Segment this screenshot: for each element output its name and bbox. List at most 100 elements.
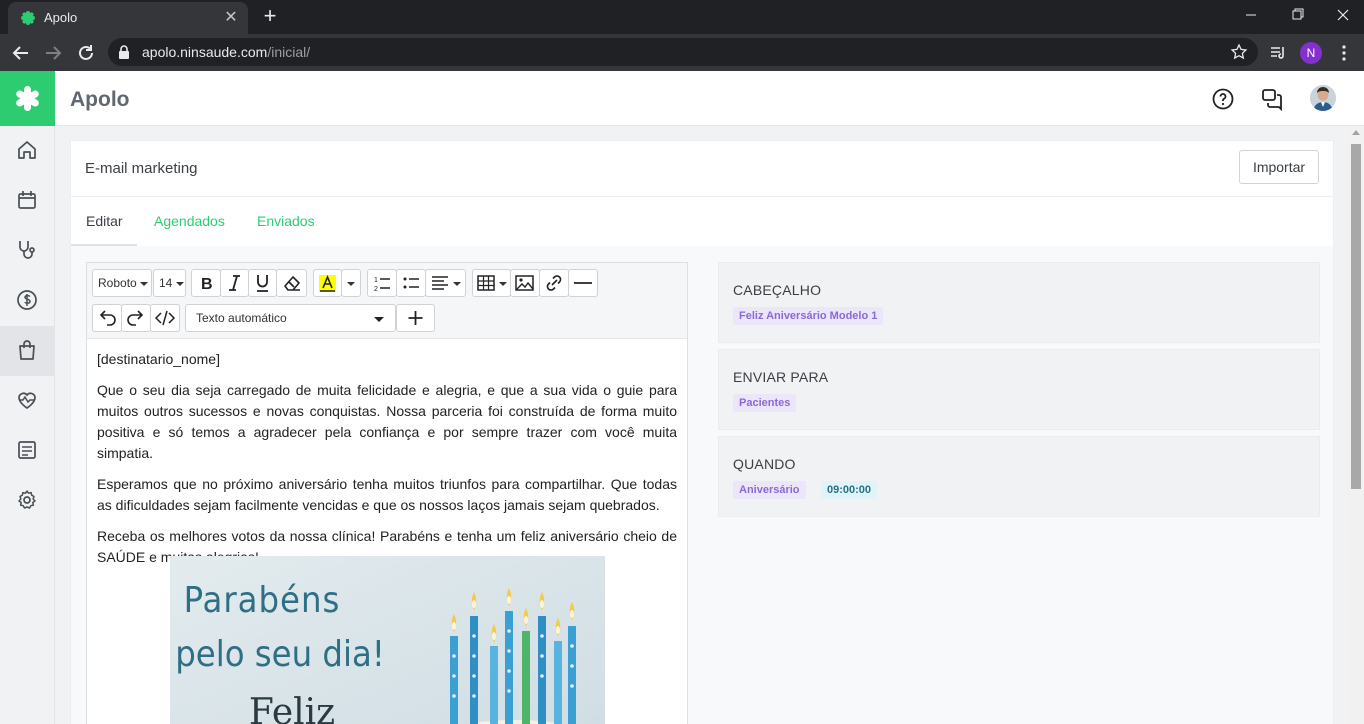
- horizontal-rule-button[interactable]: [568, 269, 598, 297]
- redo-icon: [127, 310, 144, 326]
- undo-icon: [99, 310, 116, 326]
- sidebar-item-settings[interactable]: [0, 476, 55, 526]
- sidebar-item-calendar[interactable]: [0, 176, 55, 226]
- new-tab-button[interactable]: +: [258, 5, 282, 29]
- bold-button[interactable]: B: [191, 269, 221, 297]
- tab-bar: Editar Agendados Enviados: [71, 197, 1333, 246]
- align-left-icon: [432, 276, 448, 290]
- page-title: E-mail marketing: [85, 160, 198, 177]
- table-dropdown[interactable]: [472, 269, 511, 297]
- tab-enviados[interactable]: Enviados: [257, 213, 315, 229]
- browser-tab-bar: Apolo ✕ +: [0, 0, 1364, 34]
- when-panel-title: QUANDO: [733, 456, 796, 472]
- chat-icon[interactable]: [1260, 87, 1284, 111]
- import-button[interactable]: Importar: [1239, 150, 1319, 184]
- svg-text:B: B: [201, 276, 213, 293]
- browser-toolbar: apolo.ninsaude.com/inicial/ N: [0, 34, 1364, 71]
- tab-editar[interactable]: Editar: [86, 213, 123, 229]
- media-queue-icon[interactable]: [1268, 43, 1288, 63]
- clear-format-button[interactable]: [276, 269, 307, 297]
- image-text-line-3: Feliz: [249, 692, 335, 724]
- svg-text:2: 2: [374, 286, 378, 293]
- bookmark-star-icon[interactable]: [1230, 43, 1248, 61]
- restore-window-icon[interactable]: [1274, 0, 1320, 30]
- minimize-window-icon[interactable]: [1228, 0, 1274, 30]
- browser-tab[interactable]: Apolo ✕: [8, 2, 248, 34]
- browser-profile-avatar[interactable]: N: [1300, 42, 1322, 64]
- help-icon[interactable]: [1211, 87, 1235, 111]
- app-header: Apolo: [0, 71, 1364, 126]
- redo-button[interactable]: [121, 304, 151, 332]
- insert-auto-text-button[interactable]: [396, 304, 435, 332]
- font-family-caret-icon: [140, 282, 148, 286]
- send-to-panel[interactable]: ENVIAR PARA Pacientes: [718, 349, 1320, 430]
- back-arrow-icon[interactable]: [8, 40, 34, 66]
- highlight-caret-icon: [347, 282, 355, 286]
- apolo-favicon-icon: [21, 11, 35, 25]
- align-dropdown[interactable]: [425, 269, 466, 297]
- underline-icon: [257, 275, 268, 292]
- auto-text-select[interactable]: Texto automático: [185, 304, 396, 332]
- font-family-value: Roboto: [98, 276, 137, 290]
- dollar-icon: [17, 290, 37, 310]
- scroll-up-arrow-icon[interactable]: [1352, 130, 1360, 135]
- scroll-thumb[interactable]: [1351, 144, 1361, 489]
- address-bar[interactable]: apolo.ninsaude.com/inicial/: [108, 38, 1258, 66]
- sidebar-item-reports[interactable]: [0, 426, 55, 476]
- document-list-icon: [18, 441, 36, 459]
- editor-content[interactable]: [destinatario_nome] Que o seu dia seja c…: [97, 349, 677, 578]
- reload-icon[interactable]: [73, 40, 99, 66]
- user-avatar[interactable]: [1310, 85, 1336, 111]
- editor-toolbar: Roboto 14 B 1 2 Texto automático: [87, 263, 687, 339]
- sidebar-item-stethoscope[interactable]: [0, 226, 55, 276]
- birthday-image[interactable]: Parabéns pelo seu dia! Feliz: [170, 556, 605, 724]
- apolo-logo-icon: [16, 86, 39, 111]
- table-caret-icon: [499, 282, 507, 286]
- header-template-badge: Feliz Aniversário Modelo 1: [733, 307, 884, 325]
- sidebar-item-home[interactable]: [0, 126, 55, 176]
- image-icon: [515, 275, 534, 291]
- home-icon: [18, 141, 36, 159]
- underline-button[interactable]: [248, 269, 277, 297]
- close-window-icon[interactable]: [1320, 0, 1364, 30]
- sidebar-item-health[interactable]: [0, 376, 55, 426]
- birthday-cake-illustration: Parabéns pelo seu dia! Feliz: [170, 556, 605, 724]
- url-host: apolo.ninsaude.com: [142, 44, 268, 60]
- forward-arrow-icon[interactable]: [40, 40, 66, 66]
- bold-icon: B: [201, 276, 213, 293]
- bullet-list-icon: [403, 277, 419, 289]
- heart-pulse-icon: [18, 392, 36, 410]
- horizontal-rule-icon: [574, 282, 592, 284]
- undo-button[interactable]: [92, 304, 122, 332]
- plus-icon: [408, 311, 423, 325]
- highlight-color-button[interactable]: [313, 269, 342, 297]
- insert-image-button[interactable]: [510, 269, 540, 297]
- browser-menu-icon[interactable]: [1334, 43, 1354, 63]
- bullet-list-button[interactable]: [396, 269, 426, 297]
- insert-link-button[interactable]: [539, 269, 569, 297]
- when-panel[interactable]: QUANDO Aniversário 09:00:00: [718, 436, 1320, 517]
- email-editor: Roboto 14 B 1 2 Texto automático [destin…: [86, 262, 688, 724]
- sidebar-item-shopping[interactable]: [0, 326, 55, 376]
- code-view-button[interactable]: [150, 304, 180, 332]
- url-path: /inicial/: [267, 44, 311, 60]
- italic-button[interactable]: [220, 269, 249, 297]
- page-scrollbar[interactable]: [1348, 126, 1364, 724]
- font-size-select[interactable]: 14: [153, 269, 186, 297]
- sidebar: [0, 126, 55, 724]
- close-tab-icon[interactable]: ✕: [222, 9, 240, 27]
- sidebar-item-finance[interactable]: [0, 276, 55, 326]
- stethoscope-icon: [19, 241, 35, 259]
- code-icon: [154, 310, 176, 326]
- tab-agendados[interactable]: Agendados: [154, 213, 225, 229]
- svg-text:1: 1: [374, 277, 378, 284]
- user-photo-icon: [1310, 85, 1336, 111]
- ordered-list-button[interactable]: 12: [367, 269, 397, 297]
- highlight-color-dropdown[interactable]: [341, 269, 361, 297]
- header-panel[interactable]: CABEÇALHO Feliz Aniversário Modelo 1: [718, 262, 1320, 343]
- gear-icon: [18, 490, 36, 509]
- italic-icon: [229, 275, 240, 291]
- app-logo[interactable]: [0, 71, 55, 126]
- ordered-list-icon: 12: [374, 277, 390, 293]
- font-family-select[interactable]: Roboto: [92, 269, 152, 297]
